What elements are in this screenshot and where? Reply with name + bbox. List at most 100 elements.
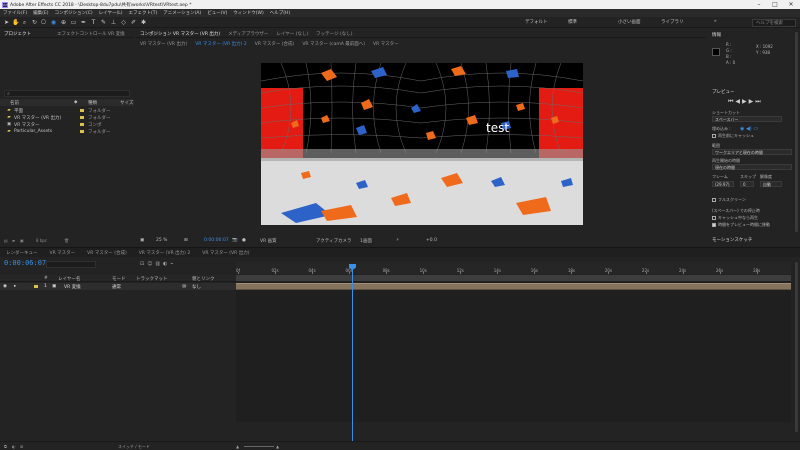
fast-preview-icon[interactable]: ⚡ bbox=[396, 238, 399, 243]
breadcrumb-item[interactable]: VR マスター (camA 最前面へ) bbox=[298, 41, 369, 47]
tab-layer[interactable]: レイヤー (なし) bbox=[272, 31, 312, 37]
hand-tool-icon[interactable]: ✋ bbox=[12, 19, 19, 26]
workspace-small-screen[interactable]: 小さい画面 bbox=[618, 19, 641, 25]
workspace-default[interactable]: デフォルト bbox=[525, 19, 548, 25]
snapshot-icon[interactable]: 📷 bbox=[232, 238, 238, 243]
menu-file[interactable]: ファイル(F) bbox=[0, 10, 30, 16]
tab-vr-output-2[interactable]: VR マスター (VR 出力) 2 bbox=[133, 250, 197, 256]
show-channel-icon[interactable]: ● bbox=[242, 238, 246, 243]
resolution-dropdown[interactable]: 自動 bbox=[760, 181, 782, 187]
cache-before-checkbox[interactable] bbox=[712, 134, 716, 138]
comp-flowchart-icon[interactable]: ⧉ bbox=[4, 444, 7, 449]
shortcut-dropdown[interactable]: スペースバー bbox=[712, 116, 782, 122]
breadcrumb-item[interactable]: VR マスター (合成) bbox=[251, 41, 299, 47]
layer-duration-bar[interactable] bbox=[236, 283, 791, 290]
eraser-tool-icon[interactable]: ◇ bbox=[120, 19, 127, 26]
col-type[interactable]: 種類 bbox=[88, 100, 97, 106]
label-tag-icon[interactable]: ◆ bbox=[74, 100, 77, 105]
orbit-tool-icon[interactable]: ◉ bbox=[50, 19, 57, 26]
minimize-icon[interactable]: – bbox=[752, 0, 766, 9]
menu-animation[interactable]: アニメーション(A) bbox=[160, 10, 204, 16]
delete-icon[interactable]: 🗑 bbox=[64, 238, 69, 243]
tab-effect-controls[interactable]: エフェクトコントロール VR 変換 bbox=[53, 31, 129, 37]
tab-render-queue[interactable]: レンダーキュー bbox=[0, 250, 44, 256]
menu-window[interactable]: ウィンドウ(W) bbox=[230, 10, 266, 16]
pan-behind-tool-icon[interactable]: ⊕ bbox=[60, 19, 67, 26]
timeline-search-input[interactable] bbox=[46, 261, 96, 268]
clone-stamp-tool-icon[interactable]: ⊥ bbox=[110, 19, 117, 26]
brush-tool-icon[interactable]: ✎ bbox=[100, 19, 107, 26]
zoom-tool-icon[interactable]: ⌕ bbox=[21, 19, 28, 26]
parent-dropdown[interactable]: なし bbox=[192, 284, 201, 290]
pen-tool-icon[interactable]: ✒ bbox=[80, 19, 87, 26]
project-search-input[interactable]: ⌕ bbox=[4, 90, 130, 97]
tab-vr-master-composite[interactable]: VR マスター (合成) bbox=[81, 250, 133, 256]
fullscreen-checkbox[interactable] bbox=[712, 198, 716, 202]
blend-mode-dropdown[interactable]: 通常 bbox=[112, 284, 121, 290]
right-panel-scrollbar[interactable] bbox=[795, 32, 798, 232]
frame-blend-icon[interactable]: ▥ bbox=[155, 261, 163, 267]
menu-help[interactable]: ヘルプ(H) bbox=[267, 10, 293, 16]
puppet-tool-icon[interactable]: ✱ bbox=[140, 19, 147, 26]
skip-field[interactable]: 0 bbox=[740, 181, 754, 187]
help-search-input[interactable]: ヘルプを検索 bbox=[752, 18, 796, 27]
zoom-dropdown[interactable]: 25 % bbox=[156, 238, 167, 243]
label-color-swatch[interactable] bbox=[34, 285, 38, 288]
close-icon[interactable]: ✕ bbox=[784, 0, 798, 9]
tab-vr-master[interactable]: VR マスター bbox=[44, 250, 82, 256]
views-dropdown[interactable]: 1画面 bbox=[360, 238, 372, 244]
zoom-in-icon[interactable]: ▲ bbox=[276, 444, 279, 449]
include-video-icon[interactable]: ◉ ◀) ▭ bbox=[740, 126, 758, 132]
range-dropdown[interactable]: ワークエリアと現在の時間 bbox=[712, 149, 792, 155]
composition-viewer[interactable]: test bbox=[261, 63, 583, 225]
frame-rate-dropdown[interactable]: (29.97) bbox=[712, 181, 734, 187]
graph-editor-icon[interactable]: ⌁ bbox=[171, 261, 177, 267]
col-trkmat[interactable]: トラックマット bbox=[136, 276, 168, 282]
current-time-display[interactable]: 0:00:06:07 bbox=[204, 238, 229, 243]
pick-whip-icon[interactable]: @ bbox=[182, 284, 187, 289]
resolution-icon[interactable]: ⊞ bbox=[184, 238, 188, 243]
col-layer-name[interactable]: レイヤー名 bbox=[58, 276, 80, 282]
tab-project[interactable]: プロジェクト bbox=[0, 31, 35, 37]
col-parent[interactable]: 親とリンク bbox=[192, 276, 215, 282]
workspace-menu-icon[interactable]: » bbox=[714, 19, 717, 24]
exposure-value[interactable]: +0.0 bbox=[426, 238, 437, 243]
tab-media-browser[interactable]: メディアブラウザー bbox=[224, 31, 272, 37]
expand-arrow-icon[interactable]: ▸ bbox=[14, 284, 16, 289]
start-time-dropdown[interactable]: 現在の時間 bbox=[712, 164, 792, 170]
play-icon[interactable]: ▶ bbox=[742, 98, 749, 105]
menu-layer[interactable]: レイヤー(L) bbox=[96, 10, 126, 16]
col-size[interactable]: サイズ bbox=[120, 100, 133, 106]
always-preview-icon[interactable]: ▣ bbox=[140, 238, 144, 243]
time-ruler[interactable] bbox=[236, 262, 791, 274]
playhead-line[interactable] bbox=[352, 264, 353, 441]
layer-name[interactable]: VR 変換 bbox=[64, 284, 81, 290]
motion-blur-icon[interactable]: ◐ bbox=[163, 261, 170, 267]
breadcrumb-item[interactable]: VR マスター bbox=[369, 41, 403, 47]
interpret-footage-icon[interactable]: ▤ bbox=[4, 238, 8, 243]
active-camera-dropdown[interactable]: アクティブカメラ bbox=[316, 238, 352, 244]
new-folder-icon[interactable]: ▰ bbox=[12, 238, 15, 243]
bpc-label[interactable]: 8 bpc bbox=[36, 238, 47, 243]
view-mode-dropdown[interactable]: VR 画質 bbox=[260, 238, 277, 244]
zoom-out-icon[interactable]: ▲ bbox=[236, 444, 239, 449]
list-item[interactable]: ▰ VR マスター (VR 出力) フォルダー bbox=[0, 114, 134, 121]
col-name[interactable]: 名前 bbox=[10, 100, 19, 106]
menu-view[interactable]: ビュー(V) bbox=[204, 10, 230, 16]
move-time-checkbox[interactable] bbox=[712, 223, 716, 227]
toggle-modes-icon[interactable]: ⊞ bbox=[20, 444, 23, 449]
breadcrumb-item[interactable]: VR マスター (VR 出力) bbox=[136, 41, 191, 47]
type-tool-icon[interactable]: T bbox=[90, 19, 97, 26]
camera-tool-icon[interactable]: ⎔ bbox=[40, 19, 47, 26]
menu-edit[interactable]: 編集(E) bbox=[30, 10, 51, 16]
roto-brush-tool-icon[interactable]: ✐ bbox=[130, 19, 137, 26]
zoom-slider[interactable] bbox=[244, 446, 274, 447]
timeline-timecode[interactable]: 0:00:06:07 bbox=[4, 259, 46, 267]
timeline-scrollbar[interactable] bbox=[795, 262, 798, 432]
new-composition-icon[interactable]: ▣ bbox=[20, 238, 24, 243]
toggle-switches-icon[interactable]: ◐ bbox=[12, 444, 16, 449]
list-item[interactable]: ▣ VR マスター コンポ bbox=[0, 121, 134, 128]
workspace-standard[interactable]: 標準 bbox=[568, 19, 577, 25]
tab-composition[interactable]: コンポジション VR マスター (VR 出力) bbox=[136, 31, 224, 37]
breadcrumb-item[interactable]: VR マスター (VR 出力) 2 bbox=[191, 41, 251, 47]
